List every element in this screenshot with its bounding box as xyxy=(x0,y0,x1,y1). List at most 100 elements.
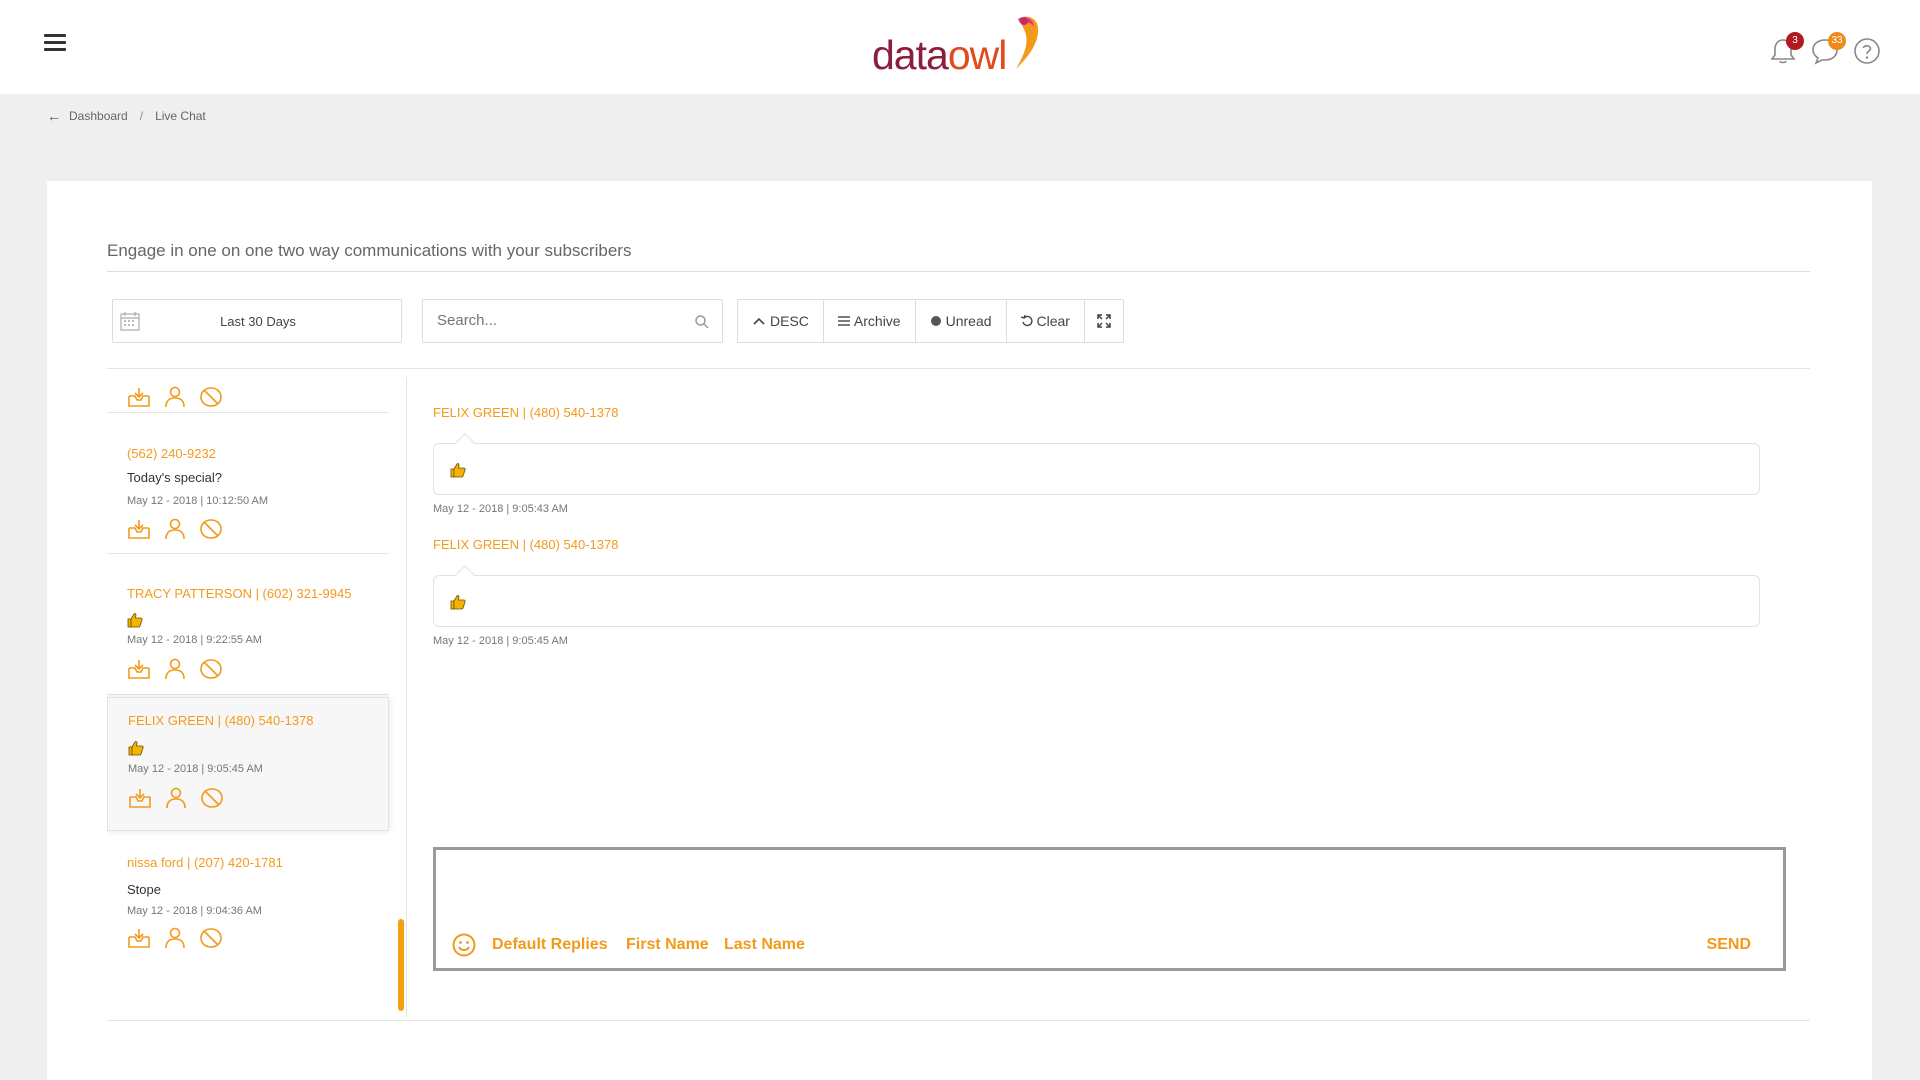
logo-flame-icon xyxy=(1016,16,1039,69)
list-icon xyxy=(837,316,850,326)
block-icon[interactable] xyxy=(200,787,224,809)
live-chat-card: Engage in one on one two way communicati… xyxy=(47,181,1872,1080)
message-sender: FELIX GREEN | (480) 540-1378 xyxy=(433,537,619,552)
archive-icon[interactable] xyxy=(128,787,152,809)
sort-desc-button[interactable]: DESC xyxy=(738,300,824,342)
dot-icon xyxy=(930,316,941,326)
conversation-list: (562) 240-9232 Today's special? May 12 -… xyxy=(107,371,395,1011)
contact-icon[interactable] xyxy=(163,386,187,408)
breadcrumb-separator: / xyxy=(139,109,144,123)
card-bottom-divider xyxy=(107,1020,1810,1021)
block-icon[interactable] xyxy=(199,927,223,949)
calendar-icon xyxy=(120,312,140,331)
conversation-name: (562) 240-9232 xyxy=(127,446,216,461)
bubble-notch xyxy=(455,433,475,453)
conversation-time: May 12 - 2018 | 9:22:55 AM xyxy=(127,634,262,646)
send-button[interactable]: SEND xyxy=(1707,936,1751,954)
archive-icon[interactable] xyxy=(127,927,151,949)
unread-button[interactable]: Unread xyxy=(916,300,1007,342)
conversation-actions xyxy=(128,787,224,809)
expand-icon xyxy=(1097,314,1111,328)
conversation-actions xyxy=(127,518,223,540)
conversation-item[interactable]: TRACY PATTERSON | (602) 321-9945 May 12 … xyxy=(107,554,389,695)
undo-icon xyxy=(1020,315,1033,327)
conversation-message: Today's special? xyxy=(127,470,222,485)
toolbar-divider xyxy=(107,368,1810,369)
conversation-time: May 12 - 2018 | 10:12:50 AM xyxy=(127,495,269,507)
search-icon[interactable] xyxy=(694,314,710,330)
logo-wordmark: dataowl xyxy=(872,32,1007,79)
page-intro: Engage in one on one two way communicati… xyxy=(107,241,632,260)
message-bubble xyxy=(433,565,1760,627)
contact-icon[interactable] xyxy=(163,658,187,680)
archive-icon[interactable] xyxy=(127,386,151,408)
back-arrow-icon[interactable]: ← xyxy=(47,108,61,124)
conversation-time: May 12 - 2018 | 9:04:36 AM xyxy=(127,905,262,917)
thumbs-up-icon xyxy=(128,740,144,756)
expand-button[interactable] xyxy=(1085,300,1123,342)
clear-label: Clear xyxy=(1036,313,1070,329)
thumbs-up-icon xyxy=(450,462,466,478)
contact-icon[interactable] xyxy=(163,518,187,540)
conversation-name: nissa ford | (207) 420-1781 xyxy=(127,855,283,870)
thumbs-up-icon xyxy=(450,594,466,610)
block-icon[interactable] xyxy=(199,386,223,408)
conversation-item[interactable]: nissa ford | (207) 420-1781 Stope May 12… xyxy=(107,837,389,978)
breadcrumb-dashboard[interactable]: Dashboard xyxy=(69,109,128,123)
filter-button-group: DESC Archive Unread Clear xyxy=(737,299,1124,343)
conversation-message xyxy=(127,612,143,631)
date-range-label: Last 30 Days xyxy=(220,313,296,329)
conversation-item-active[interactable]: FELIX GREEN | (480) 540-1378 May 12 - 20… xyxy=(107,697,389,831)
message-bubble xyxy=(433,433,1760,495)
search-input[interactable] xyxy=(437,300,687,340)
bubble-notch xyxy=(455,565,475,585)
contact-icon[interactable] xyxy=(163,927,187,949)
archive-button[interactable]: Archive xyxy=(824,300,916,342)
notifications-count-badge: 3 xyxy=(1786,32,1804,50)
archive-icon[interactable] xyxy=(127,518,151,540)
message-time: May 12 - 2018 | 9:05:45 AM xyxy=(433,635,568,647)
message-input[interactable] xyxy=(448,858,1768,918)
conversation-name: TRACY PATTERSON | (602) 321-9945 xyxy=(127,586,352,601)
help-icon[interactable] xyxy=(1852,36,1884,68)
conversation-name: FELIX GREEN | (480) 540-1378 xyxy=(128,713,314,728)
sort-desc-label: DESC xyxy=(770,313,809,329)
smiley-icon[interactable] xyxy=(451,932,477,958)
conversation-message xyxy=(128,740,144,759)
message-time: May 12 - 2018 | 9:05:43 AM xyxy=(433,503,568,515)
search-box xyxy=(422,299,723,343)
block-icon[interactable] xyxy=(199,658,223,680)
conversation-message: Stope xyxy=(127,882,161,897)
default-replies-button[interactable]: Default Replies xyxy=(492,936,608,954)
conversation-time: May 12 - 2018 | 9:05:45 AM xyxy=(128,763,263,775)
messages-chat-icon[interactable]: 33 xyxy=(1810,32,1846,68)
archive-icon[interactable] xyxy=(127,658,151,680)
contact-icon[interactable] xyxy=(164,787,188,809)
conversation-list-scrollbar[interactable] xyxy=(398,919,404,1011)
thumbs-up-icon xyxy=(127,612,143,628)
logo-data-text: data xyxy=(872,32,949,78)
notifications-bell-icon[interactable]: 3 xyxy=(1768,32,1804,68)
insert-first-name-button[interactable]: First Name xyxy=(626,936,709,954)
archive-label: Archive xyxy=(853,313,901,329)
list-divider xyxy=(406,377,407,1017)
top-header: dataowl 3 33 xyxy=(0,0,1920,94)
message-sender: FELIX GREEN | (480) 540-1378 xyxy=(433,405,619,420)
conversation-item[interactable] xyxy=(107,371,389,413)
date-range-picker[interactable]: Last 30 Days xyxy=(112,299,402,343)
intro-divider xyxy=(107,271,1810,272)
chevron-up-icon xyxy=(753,317,765,325)
message-composer: Default Replies First Name Last Name SEN… xyxy=(433,847,1786,971)
hamburger-menu-icon[interactable] xyxy=(44,34,66,54)
breadcrumb: ← Dashboard / Live Chat xyxy=(47,108,206,124)
messages-count-badge: 33 xyxy=(1828,32,1846,50)
conversation-actions xyxy=(127,386,223,408)
conversation-actions xyxy=(127,927,223,949)
unread-label: Unread xyxy=(945,313,992,329)
block-icon[interactable] xyxy=(199,518,223,540)
breadcrumb-live-chat: Live Chat xyxy=(155,109,206,123)
conversation-item[interactable]: (562) 240-9232 Today's special? May 12 -… xyxy=(107,413,389,554)
insert-last-name-button[interactable]: Last Name xyxy=(724,936,805,954)
dataowl-logo[interactable]: dataowl xyxy=(872,10,1052,80)
clear-button[interactable]: Clear xyxy=(1007,300,1085,342)
